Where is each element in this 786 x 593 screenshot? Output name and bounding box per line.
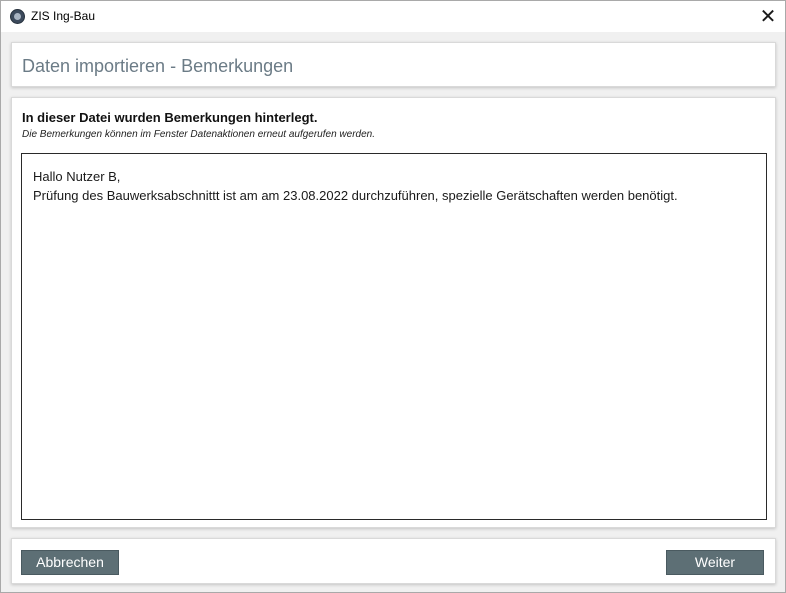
next-button[interactable]: Weiter — [666, 550, 764, 575]
remarks-line: Prüfung des Bauwerksabschnittt ist am am… — [33, 188, 678, 203]
cancel-button[interactable]: Abbrechen — [21, 550, 119, 575]
window-title: ZIS Ing-Bau — [31, 9, 96, 23]
page-title: Daten importieren - Bemerkungen — [22, 56, 294, 76]
content-panel: In dieser Datei wurden Bemerkungen hinte… — [11, 97, 776, 528]
title-bar: ZIS Ing-Bau ✕ — [1, 1, 785, 32]
remarks-line: Hallo Nutzer B, — [33, 169, 121, 184]
info-subheading: Die Bemerkungen können im Fenster Datena… — [22, 129, 375, 140]
close-icon[interactable]: ✕ — [751, 1, 785, 32]
app-logo-icon — [10, 9, 25, 24]
footer-panel: Abbrechen Weiter — [11, 538, 776, 584]
dialog-window: ZIS Ing-Bau ✕ Daten importieren - Bemerk… — [0, 0, 786, 593]
header-panel: Daten importieren - Bemerkungen — [11, 42, 776, 87]
info-heading: In dieser Datei wurden Bemerkungen hinte… — [22, 110, 318, 125]
remarks-textbox[interactable]: Hallo Nutzer B, Prüfung des Bauwerksabsc… — [21, 153, 767, 520]
